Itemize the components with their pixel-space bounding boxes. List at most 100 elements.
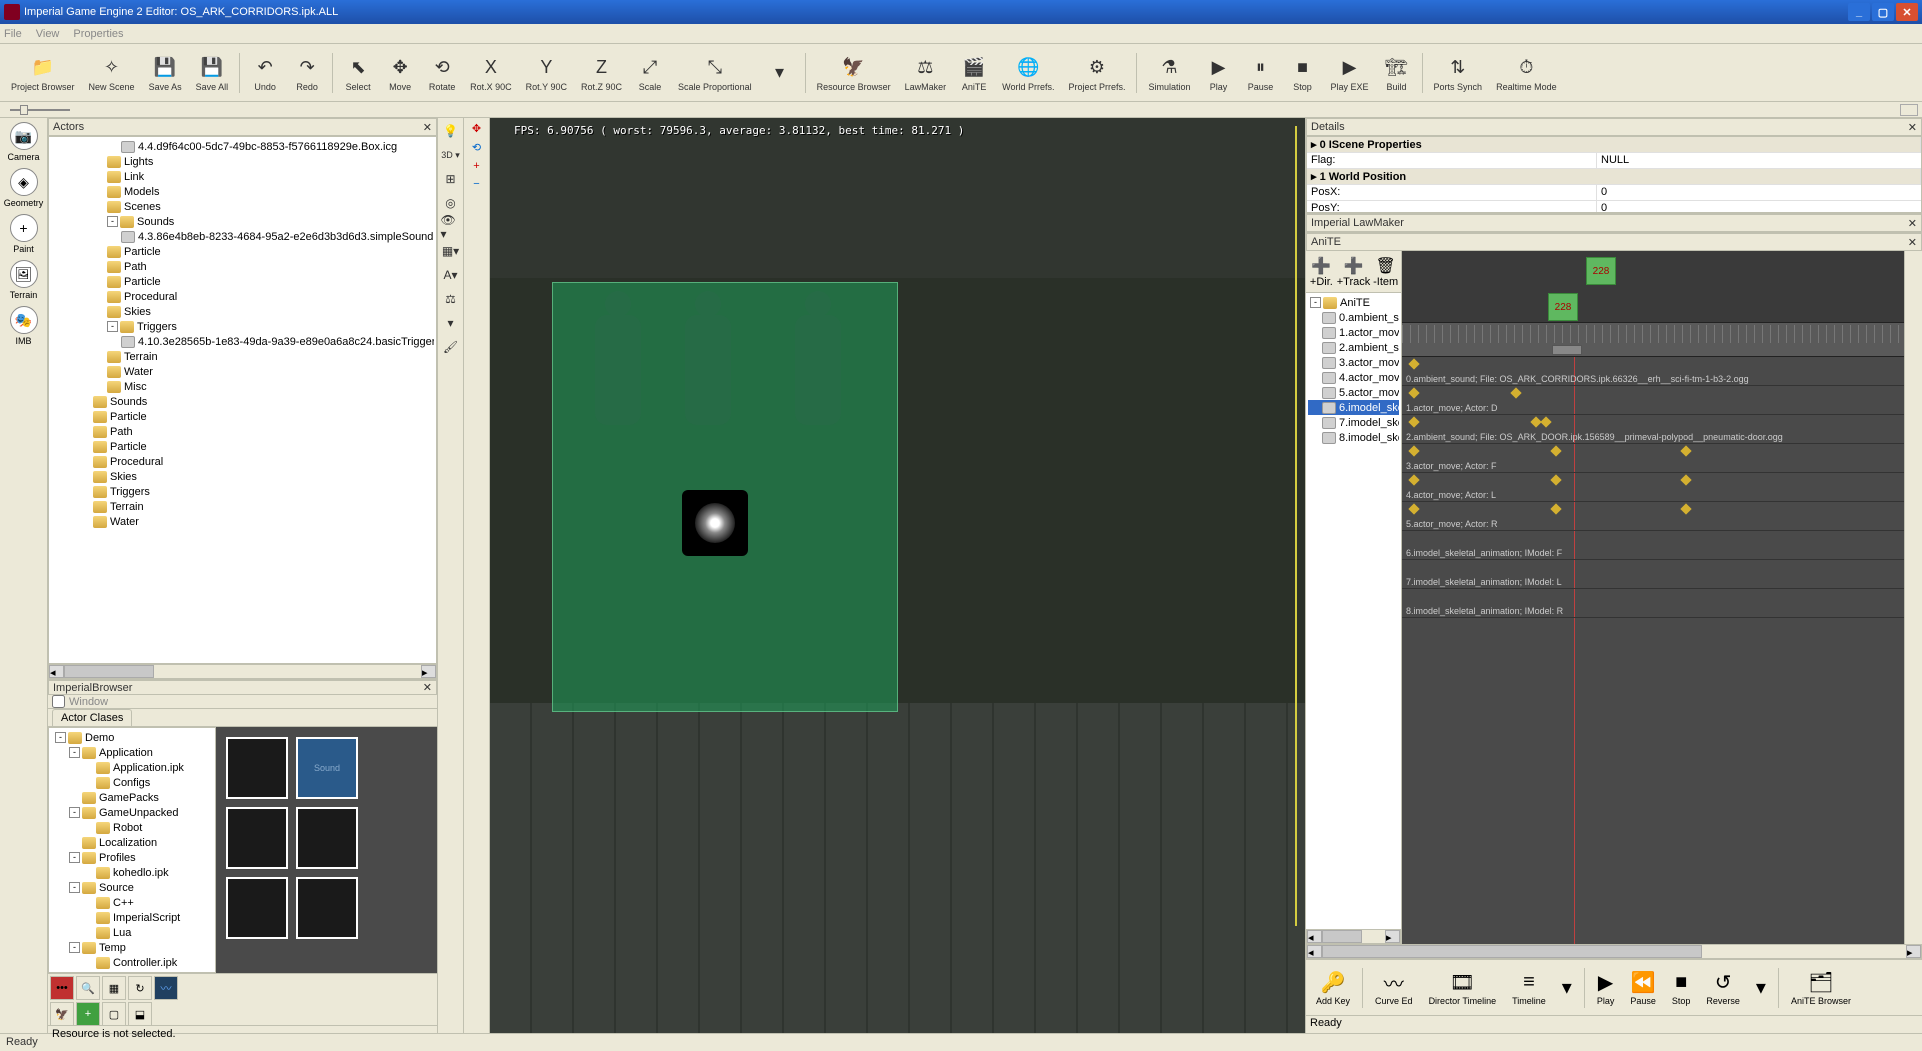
actors-close-icon[interactable]: ✕ [423, 121, 432, 134]
toolbar-world-prrefs-[interactable]: 🌐World Prrefs. [995, 50, 1061, 95]
toolbar-scale-proportional[interactable]: ⤡Scale Proportional [671, 50, 759, 95]
vp-balance-icon[interactable]: ⚖ [441, 290, 461, 308]
actors-node[interactable]: Triggers [51, 484, 434, 499]
imperialbrowser-tree[interactable]: -Demo-ApplicationApplication.ipkConfigsG… [48, 727, 216, 973]
anite-tree[interactable]: -AniTE0.ambient_sc1.actor_move2.ambient_… [1306, 293, 1401, 929]
gizmo-rot-icon[interactable]: ⟲ [472, 141, 481, 154]
window-checkbox[interactable] [52, 695, 65, 708]
actors-node[interactable]: Particle [51, 439, 434, 454]
ib-btn-box[interactable]: ▢ [102, 1002, 126, 1026]
toolbar-project-prrefs-[interactable]: ⚙Project Prrefs. [1061, 50, 1132, 95]
anite-tree-node[interactable]: 8.imodel_ske [1308, 430, 1399, 445]
actors-node[interactable]: Particle [51, 244, 434, 259]
details-group-header[interactable]: ▸ 1 World Position [1307, 169, 1921, 185]
leftstrip-camera[interactable]: 📷Camera [4, 122, 44, 162]
vp-light-icon[interactable]: 💡 [441, 122, 461, 140]
toolbar-undo[interactable]: ↶Undo [244, 50, 286, 95]
toolbar-play[interactable]: ▶Play [1198, 50, 1240, 95]
thumbnail-4[interactable] [226, 877, 288, 939]
toolbar-save-as[interactable]: 💾Save As [142, 50, 189, 95]
actors-node[interactable]: Skies [51, 469, 434, 484]
vp-text-icon[interactable]: A▾ [441, 266, 461, 284]
ib-btn-split[interactable]: ⬓ [128, 1002, 152, 1026]
actors-node[interactable]: Skies [51, 304, 434, 319]
toolbar-rotate[interactable]: ⟲Rotate [421, 50, 463, 95]
toolbar-slider[interactable] [10, 109, 70, 111]
toolbar-play-exe[interactable]: ▶Play EXE [1324, 50, 1376, 95]
timeline-track[interactable]: 6.imodel_skeletal_animation; IModel: F [1402, 531, 1904, 560]
gizmo-move-icon[interactable]: ✥ [472, 122, 481, 135]
actors-hscroll[interactable]: ◂▸ [48, 664, 437, 679]
ib-node[interactable]: C++ [51, 895, 213, 910]
anite-timeline[interactable]: 228 228 0.ambient_sound; File: OS_ARK_CO… [1402, 251, 1904, 944]
details-row[interactable]: PosY:0 [1307, 201, 1921, 213]
ib-node[interactable]: Application.ipk [51, 760, 213, 775]
actors-node[interactable]: Terrain [51, 499, 434, 514]
toolbar-rot-y-90c[interactable]: YRot.Y 90C [519, 50, 574, 95]
anite-btn-item[interactable]: 🗑-Item [1370, 251, 1401, 292]
anite-tb-pause[interactable]: ⏪Pause [1622, 968, 1664, 1008]
toolbar-simulation[interactable]: ⚗Simulation [1141, 50, 1197, 95]
details-row[interactable]: Flag:NULL [1307, 153, 1921, 169]
actors-node[interactable]: Path [51, 259, 434, 274]
ib-btn-add[interactable]: + [76, 1002, 100, 1026]
ib-node[interactable]: ImperialScript [51, 910, 213, 925]
anite-tree-node[interactable]: 5.actor_move [1308, 385, 1399, 400]
actors-node[interactable]: -Triggers [51, 319, 434, 334]
toolbar-collapse-button[interactable] [1900, 104, 1918, 116]
anite-tree-node[interactable]: 4.actor_move [1308, 370, 1399, 385]
timeline-track[interactable]: 4.actor_move; Actor: L [1402, 473, 1904, 502]
ib-node[interactable]: -Application [51, 745, 213, 760]
toolbar-select[interactable]: ⬉Select [337, 50, 379, 95]
anite-tree-node[interactable]: 7.imodel_ske [1308, 415, 1399, 430]
anite-tree-node[interactable]: 3.actor_move [1308, 355, 1399, 370]
gizmo-add-icon[interactable]: + [473, 160, 479, 172]
details-group-header[interactable]: ▸ 0 IScene Properties [1307, 137, 1921, 153]
ib-node[interactable]: Controller.ipk [51, 955, 213, 970]
actors-tree[interactable]: 4.4.d9f64c00-5dc7-49bc-8853-f5766118929e… [48, 136, 437, 664]
actors-node[interactable]: Misc [51, 379, 434, 394]
vp-3d-dropdown[interactable]: 3D ▾ [441, 146, 461, 164]
toolbar-stop[interactable]: ■Stop [1282, 50, 1324, 95]
vp-brush-icon[interactable]: 🖌 [441, 338, 461, 356]
toolbar-redo[interactable]: ↷Redo [286, 50, 328, 95]
ib-node[interactable]: GamePacks [51, 790, 213, 805]
window-close[interactable]: ✕ [1896, 3, 1918, 21]
anite-tb-director-timeline[interactable]: 🎞Director Timeline [1421, 968, 1505, 1008]
leftstrip-imb[interactable]: 🎭IMB [4, 306, 44, 346]
toolbar-anite[interactable]: 🎬AniTE [953, 50, 995, 95]
toolbar-new-scene[interactable]: ✧New Scene [82, 50, 142, 95]
timeline-block-1[interactable]: 228 [1586, 257, 1616, 285]
timeline-track[interactable]: 8.imodel_skeletal_animation; IModel: R [1402, 589, 1904, 618]
timeline-track[interactable]: 2.ambient_sound; File: OS_ARK_DOOR.ipk.1… [1402, 415, 1904, 444]
anite-close-icon[interactable]: ✕ [1908, 236, 1917, 249]
anite-btn-dir[interactable]: ➕+Dir. [1306, 251, 1337, 292]
vp-eye-icon[interactable]: 👁▾ [441, 218, 461, 236]
ib-btn-wave[interactable]: 〰 [154, 976, 178, 1000]
menu-view[interactable]: View [36, 28, 60, 40]
window-maximize[interactable]: ▢ [1872, 3, 1894, 21]
anite-tree-node[interactable]: -AniTE [1308, 295, 1399, 310]
menu-file[interactable]: File [4, 28, 22, 40]
toolbar-rot-z-90c[interactable]: ZRot.Z 90C [574, 50, 629, 95]
actors-node[interactable]: Water [51, 364, 434, 379]
toolbar-project-browser[interactable]: 📁Project Browser [4, 50, 82, 95]
toolbar-lawmaker[interactable]: ⚖LawMaker [898, 50, 954, 95]
actors-node[interactable]: Procedural [51, 454, 434, 469]
anite-timeline-hscroll[interactable]: ◂▸ [1306, 944, 1922, 959]
actors-node[interactable]: Particle [51, 274, 434, 289]
actors-node[interactable]: 4.4.d9f64c00-5dc7-49bc-8853-f5766118929e… [51, 139, 434, 154]
leftstrip-terrain[interactable]: 🖼Terrain [4, 260, 44, 300]
toolbar-scale[interactable]: ⤢Scale [629, 50, 671, 95]
vp-grid2-icon[interactable]: ▦▾ [441, 242, 461, 260]
toolbar-move[interactable]: ✥Move [379, 50, 421, 95]
ib-node[interactable]: Localization [51, 835, 213, 850]
actors-node[interactable]: Link [51, 169, 434, 184]
anite-tb-stop[interactable]: ■Stop [1664, 968, 1699, 1008]
anite-tb-dd[interactable]: ▾ [1554, 973, 1580, 1003]
actors-node[interactable]: Models [51, 184, 434, 199]
anite-tb-anite-browser[interactable]: 🗂AniTE Browser [1783, 968, 1859, 1008]
actors-node[interactable]: Terrain [51, 349, 434, 364]
details-close-icon[interactable]: ✕ [1908, 121, 1917, 134]
anite-tree-hscroll[interactable]: ◂▸ [1306, 929, 1401, 944]
